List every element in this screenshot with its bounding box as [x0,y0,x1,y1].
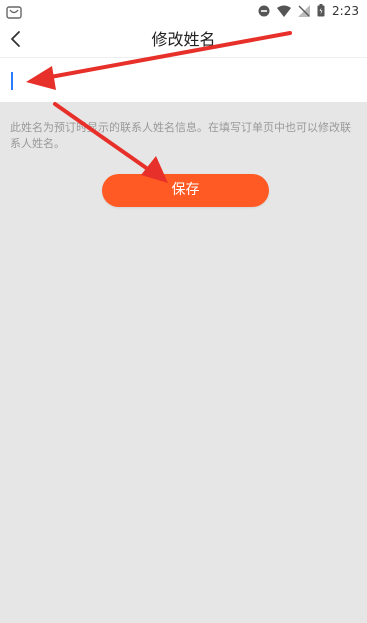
app-notification-icon [6,4,22,19]
save-button[interactable]: 保存 [102,174,269,207]
wifi-icon [277,2,292,21]
name-input-row [0,58,367,102]
name-input[interactable] [10,64,355,96]
status-time: 2:23 [332,4,359,18]
do-not-disturb-icon [258,2,270,21]
hint-text: 此姓名为预订时显示的联系人姓名信息。在填写订单页中也可以修改联系人姓名。 [10,121,351,150]
signal-icon [298,2,311,21]
status-icons: 2:23 [258,0,359,22]
nav-bar: 修改姓名 [0,22,367,58]
page-title: 修改姓名 [151,30,216,49]
text-caret [11,72,13,90]
status-bar: 2:23 [0,0,367,22]
battery-icon [317,2,325,21]
